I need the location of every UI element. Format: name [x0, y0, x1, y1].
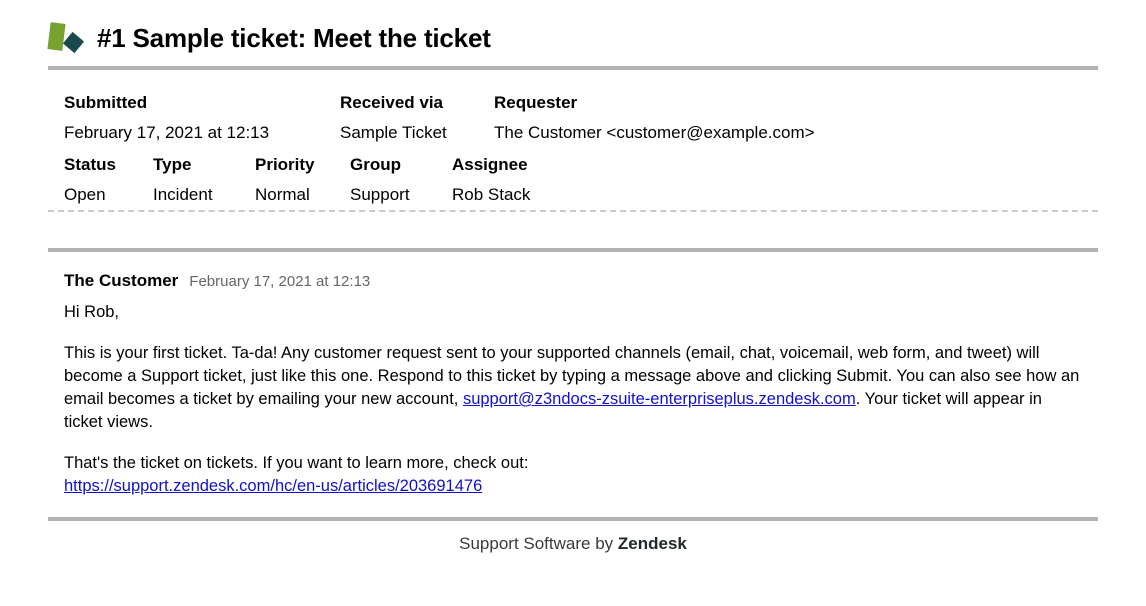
ticket-metadata: Submitted February 17, 2021 at 12:13 Rec… [48, 70, 1098, 210]
ticket-header: #1 Sample ticket: Meet the ticket [47, 0, 1098, 66]
meta-label-received-via: Received via [340, 93, 444, 112]
meta-field-submitted: Submitted February 17, 2021 at 12:13 [64, 92, 269, 143]
meta-value-requester: The Customer <customer@example.com> [494, 123, 815, 142]
meta-field-group: Group Support [350, 154, 410, 205]
footer-brand-name: Zendesk [617, 534, 687, 553]
page-title: #1 Sample ticket: Meet the ticket [97, 22, 491, 53]
status-badge: Open [64, 185, 106, 204]
meta-label-status: Status [64, 155, 116, 174]
meta-label-assignee: Assignee [452, 155, 528, 174]
comment-timestamp: February 17, 2021 at 12:13 [189, 273, 371, 290]
footer-text: Support Software by [459, 534, 618, 553]
meta-value-submitted: February 17, 2021 at 12:13 [64, 123, 270, 142]
comment-body: Hi Rob, This is your first ticket. Ta-da… [48, 301, 1098, 498]
meta-field-priority: Priority Normal [255, 154, 315, 205]
comment-paragraph-intro: This is your first ticket. Ta-da! Any cu… [64, 342, 1084, 434]
footer: Support Software by Zendesk [48, 521, 1098, 554]
meta-label-group: Group [350, 155, 401, 174]
meta-field-type: Type Incident [153, 154, 213, 205]
meta-field-received-via: Received via Sample Ticket [340, 92, 447, 143]
metadata-row-secondary: Status Open Type Incident Priority Norma… [48, 154, 1098, 210]
meta-label-submitted: Submitted [64, 93, 148, 112]
meta-value-type: Incident [153, 185, 213, 204]
meta-value-priority: Normal [255, 185, 310, 204]
meta-label-requester: Requester [494, 93, 578, 112]
comment-spacer [48, 212, 1098, 248]
comment-paragraph-learn-more: That's the ticket on tickets. If you wan… [64, 452, 1084, 498]
meta-field-assignee: Assignee Rob Stack [452, 154, 530, 205]
meta-value-assignee: Rob Stack [452, 185, 531, 204]
meta-field-requester: Requester The Customer <customer@example… [494, 92, 815, 143]
support-email-link[interactable]: support@z3ndocs-zsuite-enterpriseplus.ze… [463, 390, 856, 408]
comment-greeting: Hi Rob, [64, 303, 120, 321]
comment-header: The Customer February 17, 2021 at 12:13 [48, 270, 1098, 292]
ticket-email-page: #1 Sample ticket: Meet the ticket Submit… [0, 0, 1146, 606]
comment-learn-more-text: That's the ticket on tickets. If you wan… [64, 454, 529, 472]
help-center-article-link[interactable]: https://support.zendesk.com/hc/en-us/art… [64, 477, 482, 495]
metadata-row-primary: Submitted February 17, 2021 at 12:13 Rec… [48, 92, 1098, 154]
meta-value-group: Support [350, 185, 410, 204]
meta-value-received-via: Sample Ticket [340, 123, 447, 142]
comment-author: The Customer [64, 271, 179, 290]
meta-label-type: Type [153, 155, 192, 174]
zendesk-logo-green-shape [47, 22, 66, 51]
zendesk-logo-dark-shape [62, 31, 85, 54]
zendesk-logo-icon [47, 21, 85, 55]
meta-label-priority: Priority [255, 155, 315, 174]
meta-field-status: Status Open [64, 154, 116, 205]
comment-block: The Customer February 17, 2021 at 12:13 … [48, 252, 1098, 498]
